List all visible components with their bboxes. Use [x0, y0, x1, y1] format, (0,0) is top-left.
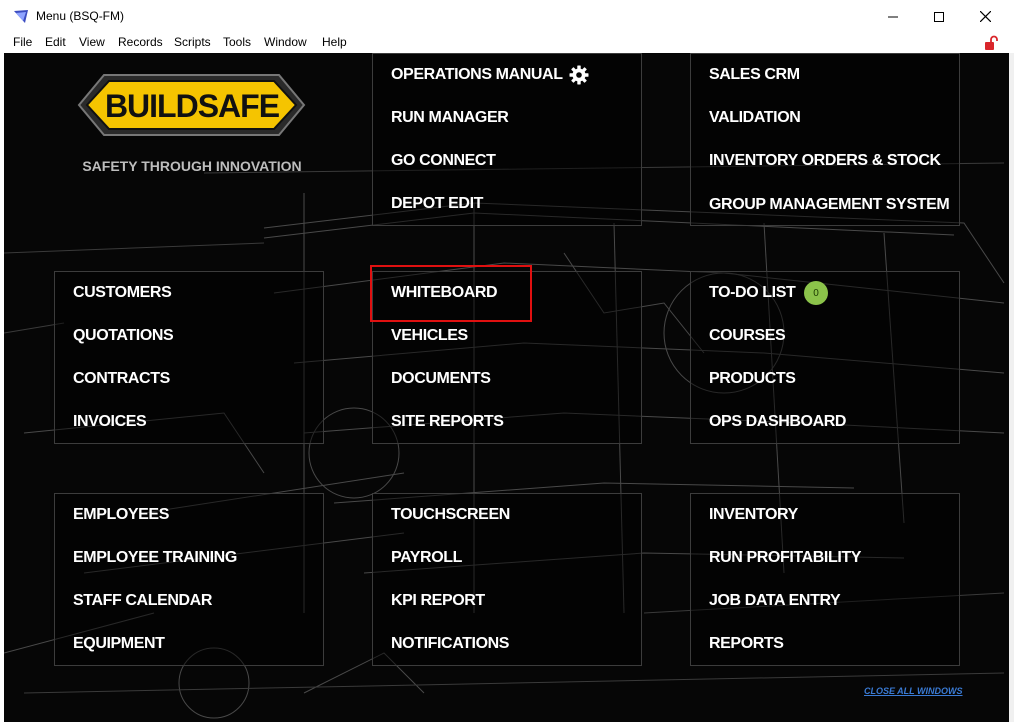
- menu-window[interactable]: Window: [264, 35, 307, 49]
- selection-highlight: [370, 265, 532, 322]
- menu-tools[interactable]: Tools: [223, 35, 251, 49]
- go-connect-button[interactable]: GO CONNECT: [391, 152, 496, 170]
- run-profitability-button[interactable]: RUN PROFITABILITY: [709, 549, 861, 567]
- inventory-orders-stock-button[interactable]: INVENTORY ORDERS & STOCK: [709, 152, 941, 170]
- inventory-button[interactable]: INVENTORY: [709, 506, 798, 524]
- background-window-edge: [1009, 53, 1014, 722]
- operations-manual-button[interactable]: OPERATIONS MANUAL: [391, 66, 563, 84]
- payroll-button[interactable]: PAYROLL: [391, 549, 462, 567]
- staff-calendar-button[interactable]: STAFF CALENDAR: [73, 592, 212, 610]
- app-icon: [14, 10, 28, 23]
- close-all-windows-link[interactable]: CLOSE ALL WINDOWS: [864, 686, 963, 696]
- employees-button[interactable]: EMPLOYEES: [73, 506, 169, 524]
- maximize-icon: [934, 11, 944, 22]
- svg-text:BUILDSAFE: BUILDSAFE: [105, 88, 280, 124]
- lock-icon[interactable]: [983, 35, 999, 51]
- group-management-system-button[interactable]: GROUP MANAGEMENT SYSTEM: [709, 196, 950, 214]
- close-icon: [979, 11, 991, 22]
- kpi-report-button[interactable]: KPI REPORT: [391, 592, 485, 610]
- touchscreen-button[interactable]: TOUCHSCREEN: [391, 506, 510, 524]
- notifications-button[interactable]: NOTIFICATIONS: [391, 635, 509, 653]
- quotations-button[interactable]: QUOTATIONS: [73, 327, 174, 345]
- ops-dashboard-button[interactable]: OPS DASHBOARD: [709, 413, 846, 431]
- menu-scripts[interactable]: Scripts: [174, 35, 211, 49]
- job-data-entry-button[interactable]: JOB DATA ENTRY: [709, 592, 841, 610]
- menu-help[interactable]: Help: [322, 35, 347, 49]
- buildsafe-logo: BUILDSAFE SAFETY THROUGH INNOVATION: [77, 74, 306, 174]
- equipment-button[interactable]: EQUIPMENT: [73, 635, 165, 653]
- sales-crm-button[interactable]: SALES CRM: [709, 66, 800, 84]
- menu-records[interactable]: Records: [118, 35, 163, 49]
- menu-edit[interactable]: Edit: [45, 35, 66, 49]
- courses-button[interactable]: COURSES: [709, 327, 786, 345]
- svg-text:SAFETY THROUGH INNOVATION: SAFETY THROUGH INNOVATION: [82, 158, 301, 174]
- depot-edit-button[interactable]: DEPOT EDIT: [391, 195, 483, 213]
- maximize-button[interactable]: [916, 0, 962, 33]
- invoices-button[interactable]: INVOICES: [73, 413, 147, 431]
- window-title: Menu (BSQ-FM): [36, 9, 125, 23]
- reports-button[interactable]: REPORTS: [709, 635, 784, 653]
- menu-view[interactable]: View: [79, 35, 105, 49]
- vehicles-button[interactable]: VEHICLES: [391, 327, 468, 345]
- site-reports-button[interactable]: SITE REPORTS: [391, 413, 504, 431]
- minimize-button[interactable]: [870, 0, 916, 33]
- title-bar: Menu (BSQ-FM): [0, 0, 1014, 33]
- todo-count-badge: 0: [804, 281, 828, 305]
- contracts-button[interactable]: CONTRACTS: [73, 370, 170, 388]
- menu-bar: File Edit View Records Scripts Tools Win…: [0, 33, 1014, 53]
- products-button[interactable]: PRODUCTS: [709, 370, 796, 388]
- close-button[interactable]: [962, 0, 1008, 33]
- documents-button[interactable]: DOCUMENTS: [391, 370, 491, 388]
- minimize-icon: [888, 16, 898, 17]
- menu-file[interactable]: File: [13, 35, 32, 49]
- todo-list-button[interactable]: TO-DO LIST: [709, 284, 796, 302]
- main-menu-layout: BUILDSAFE SAFETY THROUGH INNOVATION OPER…: [4, 53, 1009, 722]
- run-manager-button[interactable]: RUN MANAGER: [391, 109, 509, 127]
- gear-icon[interactable]: [569, 65, 589, 85]
- validation-button[interactable]: VALIDATION: [709, 109, 801, 127]
- customers-button[interactable]: CUSTOMERS: [73, 284, 172, 302]
- employee-training-button[interactable]: EMPLOYEE TRAINING: [73, 549, 237, 567]
